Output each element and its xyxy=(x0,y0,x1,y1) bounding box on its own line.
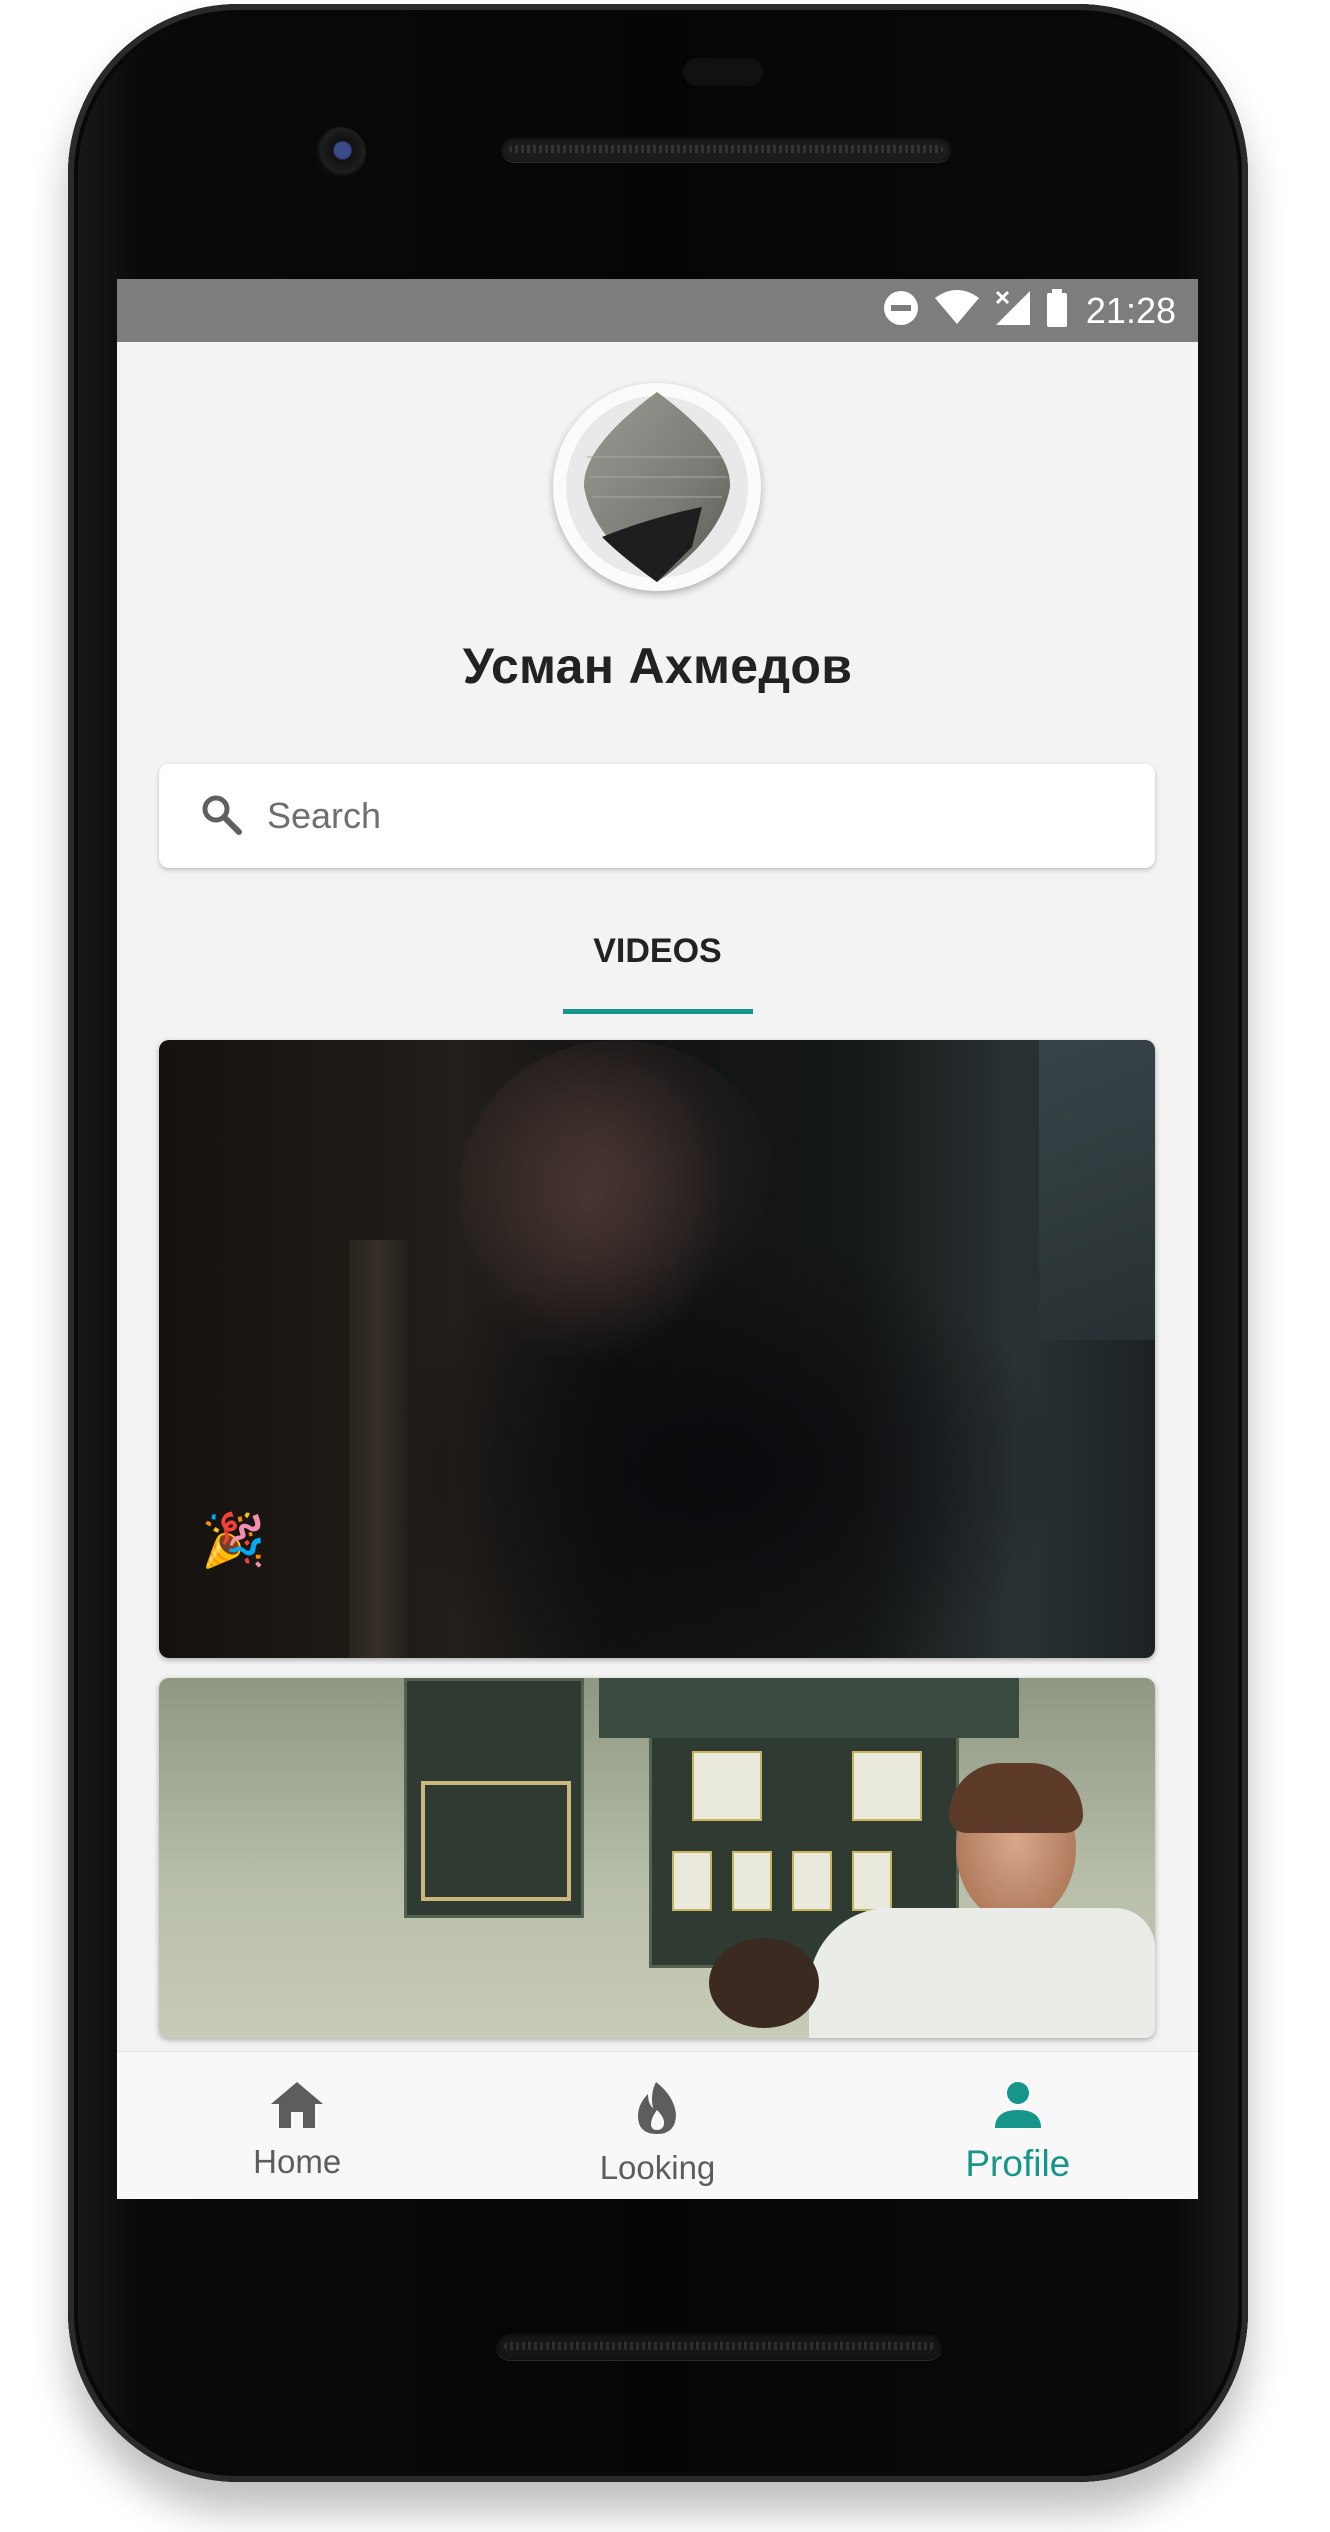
profile-name: Усман Ахмедов xyxy=(462,638,853,694)
front-camera xyxy=(314,127,366,179)
wifi-icon xyxy=(934,290,980,331)
person-icon xyxy=(993,2080,1043,2135)
search-icon xyxy=(199,792,243,841)
video-thumbnail-pillow xyxy=(809,1908,1155,2038)
search-bar[interactable] xyxy=(159,764,1155,868)
flame-icon xyxy=(634,2080,680,2141)
nav-item-profile[interactable]: Profile xyxy=(838,2052,1198,2199)
nav-item-looking[interactable]: Looking xyxy=(477,2052,837,2199)
video-thumbnail-board xyxy=(404,1678,584,1918)
nav-item-label: Home xyxy=(253,2143,342,2180)
tab-videos-label: VIDEOS xyxy=(593,932,722,970)
video-card[interactable]: 🎉 xyxy=(159,1040,1155,1658)
avatar-image xyxy=(566,392,748,582)
app-screen: 21:28 Усман Ахмедов Search VIDEOS 🎉 Home… xyxy=(117,279,1198,2199)
home-icon xyxy=(269,2080,325,2135)
video-thumbnail-person-hair xyxy=(949,1763,1083,1833)
video-thumbnail xyxy=(459,1040,779,1340)
tab-videos[interactable]: VIDEOS xyxy=(562,922,753,1014)
nav-item-home[interactable]: Home xyxy=(117,2052,477,2199)
battery-icon xyxy=(1046,289,1068,332)
bottom-speaker xyxy=(496,2332,942,2360)
search-input[interactable] xyxy=(265,794,1129,838)
video-thumbnail-shelf xyxy=(349,1240,409,1658)
signal-off-icon xyxy=(994,289,1032,332)
profile-header: Усман Ахмедов VIDEOS xyxy=(117,342,1198,1014)
do-not-disturb-icon xyxy=(882,289,920,332)
video-thumbnail-person-2 xyxy=(709,1938,819,2028)
proximity-sensor xyxy=(683,58,763,86)
bottom-navigation: Home Looking Profile xyxy=(117,2052,1198,2199)
avatar[interactable] xyxy=(553,383,761,591)
earpiece-speaker xyxy=(501,136,951,162)
video-thumbnail-window xyxy=(1039,1040,1155,1340)
status-time: 21:28 xyxy=(1085,289,1176,331)
nav-item-label: Looking xyxy=(599,2149,716,2186)
video-feed: 🎉 xyxy=(117,1014,1198,2052)
party-popper-icon: 🎉 xyxy=(201,1512,266,1570)
nav-item-label: Profile xyxy=(965,2143,1071,2184)
video-thumbnail-board-top xyxy=(599,1678,1019,1738)
status-bar: 21:28 xyxy=(117,279,1198,342)
tab-bar: VIDEOS xyxy=(117,922,1198,1014)
video-card[interactable] xyxy=(159,1678,1155,2038)
